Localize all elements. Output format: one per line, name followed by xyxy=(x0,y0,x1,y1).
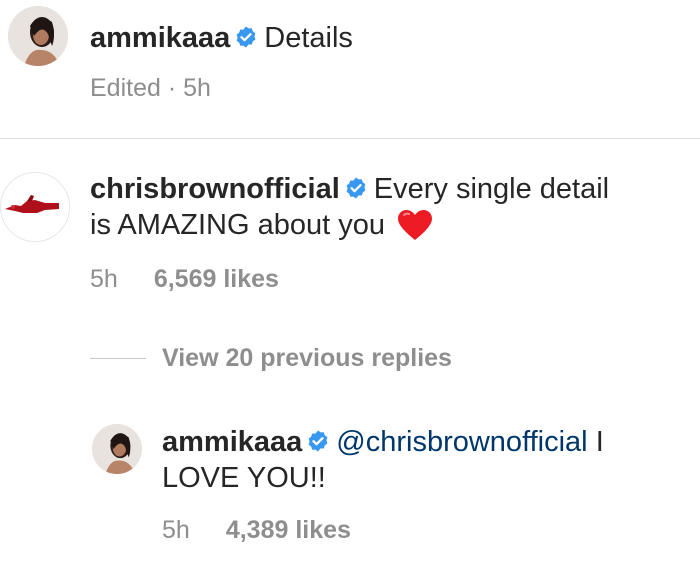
comment-text-part-2: is AMAZING about you xyxy=(90,209,385,241)
comment-avatar[interactable] xyxy=(0,172,70,242)
meta-separator: · xyxy=(167,74,177,102)
verified-badge-icon xyxy=(306,426,330,462)
reply-time: 5h xyxy=(162,516,190,544)
mention-link[interactable]: @chrisbrownofficial xyxy=(336,426,587,458)
avatar-logo xyxy=(1,173,69,241)
caption-text: Details xyxy=(264,22,353,54)
view-previous-replies-button[interactable]: View 20 previous replies xyxy=(162,344,452,373)
caption-time: 5h xyxy=(183,74,211,102)
caption-divider xyxy=(0,138,700,139)
reply-text-line-2: LOVE YOU!! xyxy=(162,460,326,496)
reply-avatar[interactable] xyxy=(92,424,142,474)
reply-text-part-1: I xyxy=(595,426,604,458)
comment-likes[interactable]: 6,569 likes xyxy=(154,265,279,293)
replies-line xyxy=(90,358,146,359)
comment-username[interactable]: chrisbrownofficial xyxy=(90,173,340,205)
comment-time: 5h xyxy=(90,265,118,293)
comment-text-line-1: chrisbrownofficial Every single detail xyxy=(90,171,609,209)
caption-username[interactable]: ammikaaa xyxy=(90,22,230,54)
caption-text-line: ammikaaa Details xyxy=(90,20,353,58)
comment-text-part-1: Every single detail xyxy=(373,173,610,205)
avatar-photo xyxy=(92,424,142,474)
reply-likes[interactable]: 4,389 likes xyxy=(226,516,351,544)
comment-meta: 5h 6,569 likes xyxy=(90,265,279,294)
caption-avatar[interactable] xyxy=(8,6,68,66)
reply-text-part-2: LOVE YOU!! xyxy=(162,462,326,494)
verified-badge-icon xyxy=(344,173,368,209)
reply-meta: 5h 4,389 likes xyxy=(162,516,351,545)
verified-badge-icon xyxy=(234,22,258,58)
reply-username[interactable]: ammikaaa xyxy=(162,426,302,458)
comment-text-line-2: is AMAZING about you xyxy=(90,207,433,250)
edited-label: Edited xyxy=(90,74,161,102)
caption-meta: Edited · 5h xyxy=(90,74,211,103)
red-heart-icon xyxy=(397,209,433,250)
avatar-photo xyxy=(8,6,68,66)
reply-text-line-1: ammikaaa @chrisbrownofficial I xyxy=(162,424,604,462)
